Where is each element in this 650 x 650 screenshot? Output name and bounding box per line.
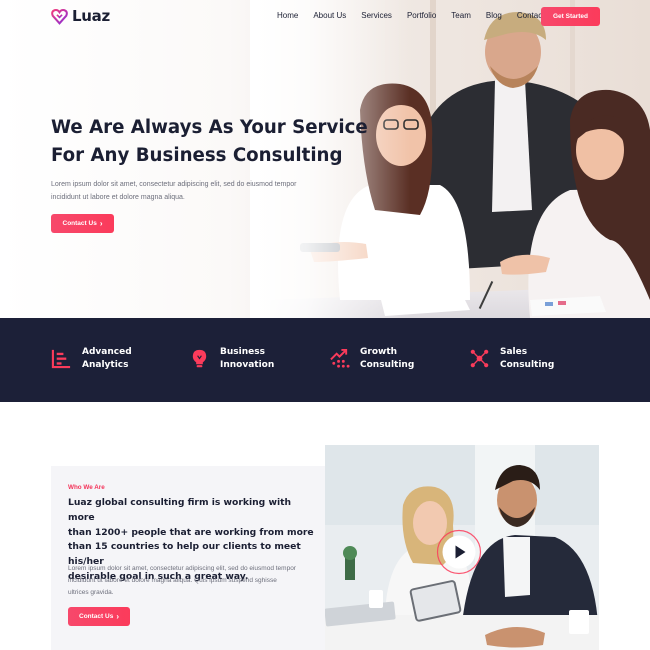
about-text-line1: Lorem ipsum dolor sit amet, consectetur … [68,565,296,572]
service-label: Advanced Analytics [82,346,132,371]
lightbulb-icon [192,349,207,368]
service-label-line2: Consulting [360,359,415,370]
nav-link-blog[interactable]: Blog [486,11,502,20]
hero-contact-button[interactable]: Contact Us › [51,214,114,233]
nav-link-services[interactable]: Services [361,11,392,20]
team-network-icon [470,349,489,368]
logo-heart-icon [51,8,68,25]
brand-name: Luaz [72,7,110,25]
about-text-line2: incididunt ut labore et dolore magna ali… [68,577,277,585]
about-eyebrow: Who We Are [68,484,105,491]
nav-link-home[interactable]: Home [277,11,298,20]
about-contact-label: Contact Us [79,613,114,620]
service-label-line1: Growth [360,347,398,357]
about-heading-line1: Luaz global consulting firm is working w… [68,497,292,523]
service-label-line1: Sales [500,347,528,357]
play-icon[interactable] [436,529,482,575]
service-advanced-analytics[interactable]: Advanced Analytics [51,346,132,371]
nav-link-portfolio[interactable]: Portfolio [407,11,436,20]
about-text: Lorem ipsum dolor sit amet, consectetur … [68,563,318,600]
nav-link-team[interactable]: Team [451,11,471,20]
service-label-line2: Analytics [82,359,129,370]
chevron-right-icon: › [116,611,119,621]
hero-title-line1: We Are Always As Your Service [51,117,368,138]
get-started-button[interactable]: Get Started [541,7,600,26]
hero-subtitle-line1: Lorem ipsum dolor sit amet, consectetur … [51,181,297,188]
brand-logo[interactable]: Luaz [51,7,110,25]
hero-subtitle: Lorem ipsum dolor sit amet, consectetur … [51,179,321,204]
service-growth-consulting[interactable]: Growth Consulting [329,346,414,371]
service-business-innovation[interactable]: Business Innovation [189,346,274,371]
service-label: Sales Consulting [500,346,554,371]
about-heading-line2: than 1200+ people that are working from … [68,526,314,538]
service-label-line1: Business [220,347,265,357]
services-band: Advanced Analytics Business Innovation G… [0,318,650,402]
service-sales-consulting[interactable]: Sales Consulting [469,346,554,371]
bar-chart-icon [51,349,71,369]
hero-title-line2: For Any Business Consulting [51,145,343,166]
service-label: Business Innovation [220,346,274,371]
growth-arrow-icon [330,348,350,368]
hero-subtitle-line2: incididunt ut labore et dolore magna ali… [51,193,185,201]
chevron-right-icon: › [99,218,103,228]
service-label-line2: Consulting [500,359,555,370]
nav-link-about[interactable]: About Us [313,11,346,20]
hero-section: Luaz Home About Us Services Portfolio Te… [0,0,650,318]
service-label-line2: Innovation [220,359,275,370]
hero-title: We Are Always As Your Service For Any Bu… [51,114,391,170]
main-nav: Home About Us Services Portfolio Team Bl… [277,11,556,20]
hero-contact-label: Contact Us [62,220,97,227]
service-label-line1: Advanced [82,347,132,357]
about-text-line3: ultrices gravida. [68,589,114,597]
about-contact-button[interactable]: Contact Us › [68,607,130,626]
service-label: Growth Consulting [360,346,414,371]
